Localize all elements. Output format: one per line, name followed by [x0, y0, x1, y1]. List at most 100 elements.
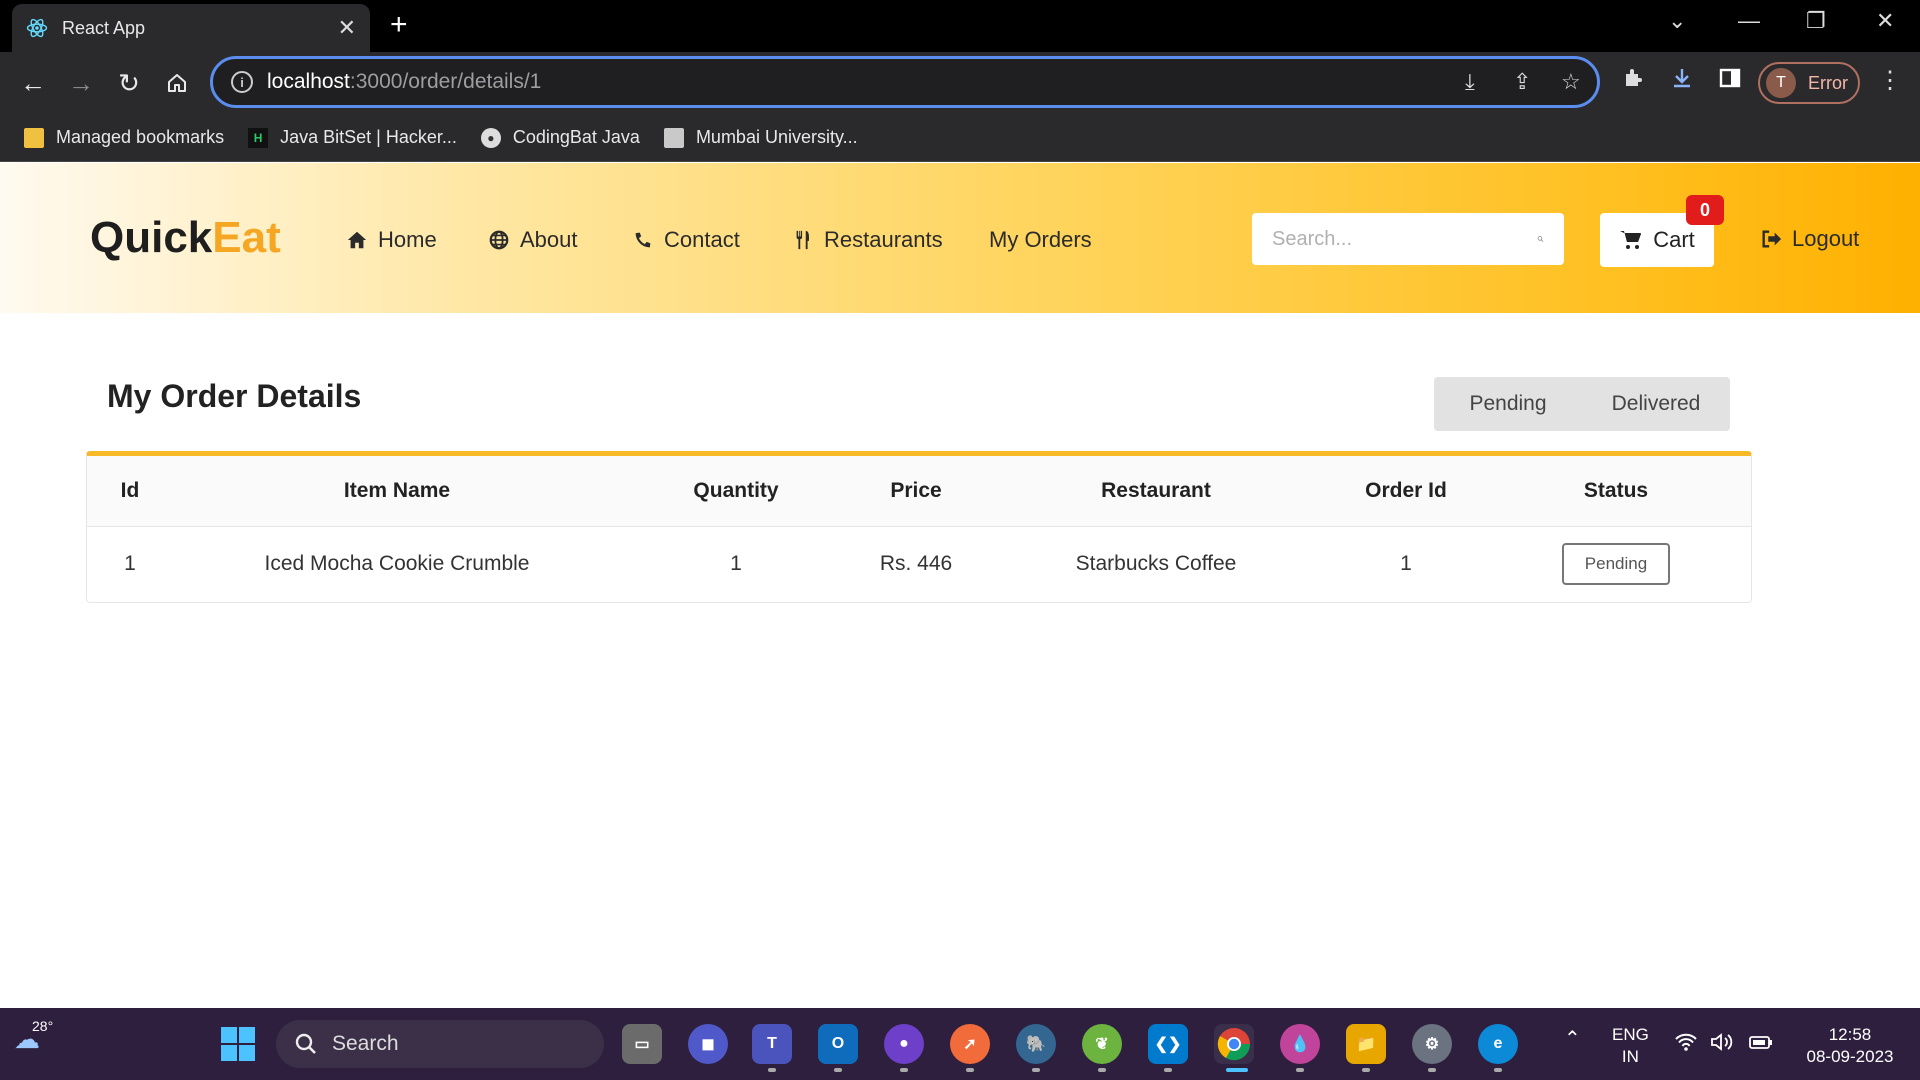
home-icon — [347, 231, 367, 249]
temperature: 28° — [32, 1018, 54, 1034]
filter-pending-button[interactable]: Pending — [1434, 392, 1582, 416]
filter-delivered-button[interactable]: Delivered — [1582, 392, 1730, 416]
react-logo-icon — [26, 17, 48, 39]
language-line2: IN — [1621, 1047, 1639, 1066]
install-app-icon[interactable]: ⤓ — [1465, 69, 1475, 95]
meet-chat-icon[interactable]: ◼ — [688, 1024, 728, 1064]
browser-menu-icon[interactable]: ⋮ — [1878, 66, 1902, 95]
minimize-icon[interactable]: — — [1738, 8, 1760, 34]
close-window-icon[interactable]: ✕ — [1876, 8, 1894, 34]
cell-order-id: 1 — [1400, 552, 1412, 576]
column-header-order-id: Order Id — [1365, 478, 1447, 502]
home-icon[interactable] — [160, 66, 194, 100]
search-input[interactable] — [1272, 227, 1537, 251]
running-indicator — [1362, 1068, 1370, 1072]
outlook-icon[interactable]: O — [818, 1024, 858, 1064]
file-explorer-icon[interactable]: 📁 — [1346, 1024, 1386, 1064]
back-arrow-icon[interactable]: ← — [16, 66, 50, 100]
taskbar-search[interactable]: Search — [276, 1020, 604, 1068]
logout-link[interactable]: Logout — [1760, 226, 1859, 252]
address-bar[interactable]: i localhost:3000/order/details/1 ⤓ ⇪ ☆ — [210, 56, 1600, 108]
column-header-item-name: Item Name — [343, 478, 451, 502]
nav-my-orders[interactable]: My Orders — [989, 227, 1092, 253]
bookmark-codingbat[interactable]: ● CodingBat Java — [480, 127, 640, 148]
new-tab-icon[interactable]: + — [390, 10, 408, 40]
chrome-icon[interactable] — [1214, 1024, 1254, 1064]
teams-icon[interactable]: T — [752, 1024, 792, 1064]
bookmark-star-icon[interactable]: ☆ — [1561, 69, 1581, 95]
bookmark-hackerrank[interactable]: H Java BitSet | Hacker... — [248, 127, 457, 148]
logo-quick: Quick — [90, 213, 213, 262]
clock[interactable]: 12:58 08-09-2023 — [1796, 1024, 1904, 1068]
profile-button[interactable]: T Error — [1758, 62, 1860, 104]
taskbar-search-label: Search — [332, 1032, 399, 1055]
page-title: My Order Details — [107, 378, 362, 414]
restore-icon[interactable]: ❐ — [1806, 8, 1826, 34]
nav-restaurants[interactable]: Restaurants — [792, 227, 943, 253]
nav-my-orders-label: My Orders — [989, 227, 1092, 252]
github-desktop-icon[interactable]: ● — [884, 1024, 924, 1064]
vscode-icon[interactable]: ❮❯ — [1148, 1024, 1188, 1064]
clock-time: 12:58 — [1828, 1025, 1872, 1044]
nav-home-label: Home — [378, 227, 437, 252]
nav-contact[interactable]: Contact — [632, 227, 740, 253]
column-header-restaurant: Restaurant — [1101, 478, 1211, 502]
globe-icon: ● — [480, 127, 501, 148]
browser-tab[interactable]: React App ✕ — [12, 4, 370, 52]
app-navbar: QuickEat Home About Contact Restaurants … — [0, 163, 1920, 313]
tab-search-chevron-icon[interactable]: ⌄ — [1668, 8, 1686, 34]
bookmark-managed[interactable]: Managed bookmarks — [24, 127, 224, 148]
status-pending-button[interactable]: Pending — [1562, 543, 1670, 586]
spring-tools-icon[interactable]: ❦ — [1082, 1024, 1122, 1064]
reload-icon[interactable]: ↻ — [112, 66, 146, 100]
running-indicator — [1032, 1068, 1040, 1072]
extensions-puzzle-icon[interactable] — [1622, 66, 1646, 97]
brand-logo[interactable]: QuickEat — [90, 213, 281, 263]
share-icon[interactable]: ⇪ — [1513, 69, 1531, 95]
postgresql-icon[interactable]: 🐘 — [1016, 1024, 1056, 1064]
windows-start-icon[interactable] — [218, 1024, 258, 1064]
downloads-icon[interactable] — [1670, 66, 1694, 97]
site-info-icon[interactable]: i — [231, 71, 253, 93]
clock-date: 08-09-2023 — [1806, 1047, 1894, 1066]
postman-icon[interactable]: ➚ — [950, 1024, 990, 1064]
nav-home[interactable]: Home — [346, 227, 437, 253]
windows-taskbar: ☁ 28° Search ▭ ◼ T O ● ➚ 🐘 ❦ ❮❯ 💧 📁 ⚙ e … — [0, 1008, 1920, 1080]
university-icon — [663, 127, 684, 148]
running-indicator — [900, 1068, 908, 1072]
paint-drop-icon[interactable]: 💧 — [1280, 1024, 1320, 1064]
column-header-id: Id — [120, 478, 140, 502]
bookmark-mumbai-university[interactable]: Mumbai University... — [663, 127, 858, 148]
settings-gear-icon[interactable]: ⚙ — [1412, 1024, 1452, 1064]
close-tab-icon[interactable]: ✕ — [338, 15, 356, 41]
running-indicator — [1428, 1068, 1436, 1072]
search-icon[interactable] — [1537, 228, 1544, 250]
search-box — [1252, 213, 1564, 265]
logout-label: Logout — [1792, 226, 1860, 251]
logo-eat: Eat — [212, 213, 281, 262]
nav-contact-label: Contact — [664, 227, 740, 252]
active-indicator — [1226, 1068, 1248, 1072]
battery-icon[interactable] — [1748, 1032, 1774, 1058]
sign-out-icon — [1762, 230, 1782, 248]
wifi-icon[interactable] — [1674, 1032, 1698, 1058]
running-indicator — [1098, 1068, 1106, 1072]
cell-price: Rs. 446 — [879, 552, 953, 576]
task-view-icon[interactable]: ▭ — [622, 1024, 662, 1064]
order-status-filter: Pending Delivered — [1434, 377, 1730, 431]
forward-arrow-icon[interactable]: → — [64, 66, 98, 100]
side-panel-icon[interactable] — [1718, 66, 1742, 97]
weather-widget[interactable]: ☁ 28° — [14, 1018, 53, 1055]
cell-quantity: 1 — [730, 552, 742, 576]
cell-status: Pending — [1481, 526, 1751, 602]
nav-about[interactable]: About — [488, 227, 578, 253]
cell-item-name: Iced Mocha Cookie Crumble — [264, 552, 530, 576]
search-icon — [295, 1033, 316, 1054]
folder-icon — [24, 127, 44, 148]
show-hidden-icons-chevron-icon[interactable]: ⌃ — [1564, 1028, 1581, 1050]
edge-icon[interactable]: e — [1478, 1024, 1518, 1064]
profile-status: Error — [1808, 72, 1848, 93]
volume-icon[interactable] — [1710, 1032, 1734, 1058]
language-indicator[interactable]: ENG IN — [1612, 1024, 1649, 1068]
running-indicator — [966, 1068, 974, 1072]
